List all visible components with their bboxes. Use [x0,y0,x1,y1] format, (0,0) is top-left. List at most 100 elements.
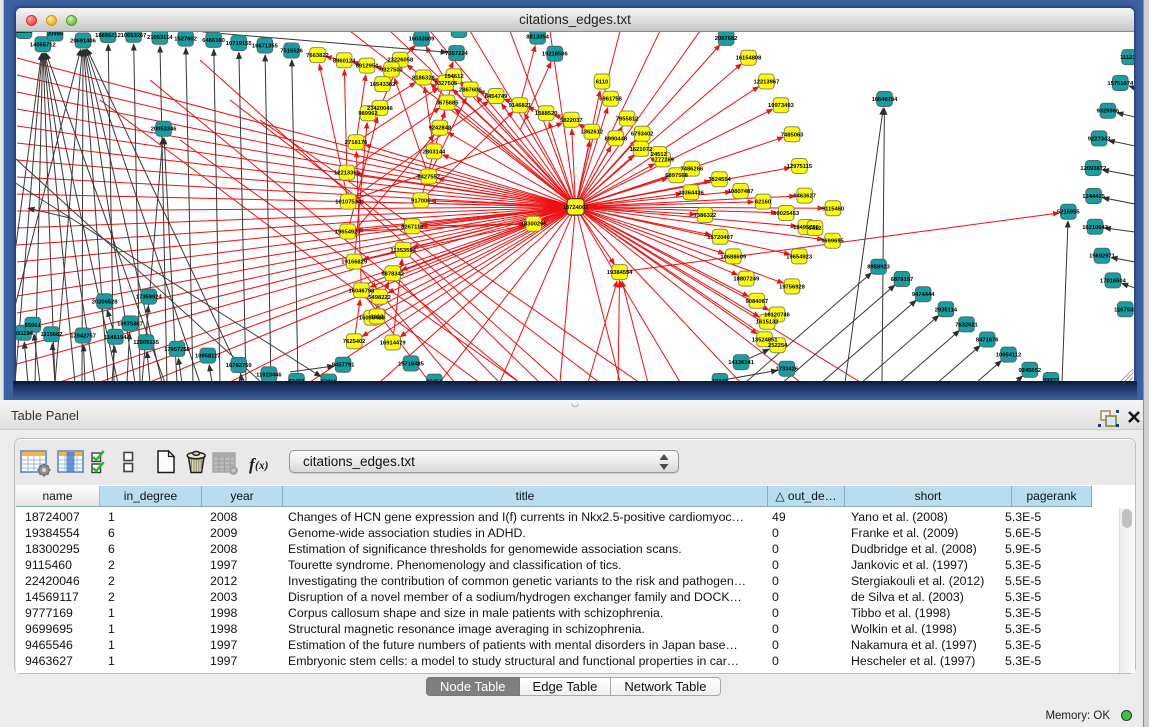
svg-text:14055712: 14055712 [30,42,56,48]
svg-text:6466160: 6466160 [202,38,225,44]
svg-text:5822037: 5822037 [560,118,583,124]
svg-text:917006: 917006 [411,198,431,204]
svg-text:2087682: 2087682 [715,36,738,42]
svg-text:87968: 87968 [321,380,338,381]
svg-text:2803144: 2803144 [423,149,446,155]
svg-text:20364436: 20364436 [678,190,705,196]
svg-text:19166829: 19166829 [341,260,368,266]
svg-text:24512: 24512 [651,152,667,158]
svg-text:7632621: 7632621 [955,322,978,328]
svg-text:9777169: 9777169 [651,157,674,163]
svg-text:14136141: 14136141 [728,360,755,366]
svg-text:8454749: 8454749 [485,94,508,100]
svg-text:8813054: 8813054 [526,35,549,41]
svg-text:2935114: 2935114 [935,307,958,313]
svg-text:12942757: 12942757 [70,334,96,340]
svg-text:6110: 6110 [596,80,609,86]
svg-text:15751074: 15751074 [1107,81,1134,87]
svg-text:9463627: 9463627 [793,194,816,200]
svg-text:7625402: 7625402 [343,339,366,345]
svg-text:92450: 92450 [288,379,304,381]
svg-text:12213967: 12213967 [754,80,780,86]
svg-text:15716485: 15716485 [398,361,425,367]
svg-text:17016504: 17016504 [1100,278,1127,284]
svg-text:9084067: 9084067 [746,299,769,305]
svg-text:6897568: 6897568 [665,173,688,179]
svg-text:8267110: 8267110 [401,224,423,230]
svg-text:111234: 111234 [1120,55,1134,61]
svg-text:10958117: 10958117 [195,354,220,360]
svg-text:8471676: 8471676 [976,338,999,344]
svg-text:3675685: 3675685 [436,101,459,107]
svg-text:17359924: 17359924 [136,295,163,301]
svg-text:10107534: 10107534 [335,200,362,206]
svg-text:5498222: 5498222 [368,295,391,301]
svg-text:6879197: 6879197 [891,277,914,283]
svg-text:20691406: 20691406 [70,39,97,45]
svg-text:18895: 18895 [16,32,33,35]
svg-text:6961758: 6961758 [599,97,622,103]
svg-text:11923446: 11923446 [256,372,282,378]
svg-text:12213369: 12213369 [334,171,361,177]
svg-text:19218506: 19218506 [542,52,569,58]
svg-text:995214: 995214 [449,32,469,34]
svg-text:9227343: 9227343 [1088,136,1111,142]
svg-text:16782759: 16782759 [226,363,253,369]
svg-text:17957255: 17957255 [164,347,191,353]
svg-text:16671355: 16671355 [252,44,279,50]
svg-text:391194: 391194 [16,331,34,337]
svg-text:10975867: 10975867 [117,321,143,327]
svg-text:55061: 55061 [25,323,42,329]
svg-text:1612: 1612 [371,314,384,320]
svg-text:10654112: 10654112 [996,353,1021,359]
svg-text:10688609: 10688609 [720,254,747,260]
svg-text:16154808: 16154808 [736,56,763,62]
svg-text:9474444: 9474444 [912,292,935,298]
svg-text:3824554: 3824554 [708,177,731,183]
svg-text:9327505: 9327505 [435,81,458,87]
svg-text:10653267: 10653267 [121,33,147,39]
svg-text:19384554: 19384554 [607,270,634,276]
svg-text:15720407: 15720407 [707,235,733,241]
svg-text:(x): (x) [255,460,269,472]
svg-text:8958923: 8958923 [867,265,890,271]
svg-text:8427552: 8427552 [417,175,440,181]
svg-text:1362612: 1362612 [581,130,604,136]
svg-text:12505135: 12505135 [133,340,160,346]
svg-text:5215955: 5215955 [1057,210,1080,216]
svg-text:7515526: 7515526 [280,49,303,55]
svg-text:252254: 252254 [768,343,788,349]
svg-text:62160: 62160 [755,200,771,206]
svg-text:10807487: 10807487 [728,189,754,195]
svg-text:1621072: 1621072 [630,147,653,153]
svg-text:20053346: 20053346 [151,127,178,133]
svg-text:989962: 989962 [358,111,377,117]
svg-text:9242848: 9242848 [429,126,452,132]
svg-text:16120746: 16120746 [764,313,791,319]
svg-text:9327503: 9327503 [380,68,403,74]
svg-text:9329966: 9329966 [1097,109,1120,115]
svg-text:9245652: 9245652 [1019,368,1042,374]
svg-text:16033809: 16033809 [409,37,436,43]
svg-text:1527602: 1527602 [174,37,197,43]
svg-text:10025453: 10025453 [773,211,800,217]
svg-text:1244415: 1244415 [1082,194,1105,200]
svg-text:11353594: 11353594 [390,248,416,254]
svg-text:7386322: 7386322 [694,213,717,219]
svg-text:16543382: 16543382 [370,82,396,88]
svg-text:8186328: 8186328 [412,76,435,82]
svg-text:18807249: 18807249 [733,277,760,283]
svg-text:2867606: 2867606 [459,87,482,93]
svg-text:6793402: 6793402 [631,132,654,138]
svg-text:92451: 92451 [426,380,443,381]
svg-text:15692971: 15692971 [1089,254,1116,260]
svg-text:7357224: 7357224 [445,51,468,57]
svg-text:12093872: 12093872 [1080,166,1106,172]
svg-text:19756928: 19756928 [779,284,806,290]
svg-text:8990448: 8990448 [605,136,628,142]
svg-text:9146821: 9146821 [509,103,532,109]
svg-text:21053114: 21053114 [147,35,173,41]
svg-text:16914479: 16914479 [380,341,407,347]
svg-text:7955812: 7955812 [616,117,639,123]
svg-text:1615132: 1615132 [756,320,779,326]
